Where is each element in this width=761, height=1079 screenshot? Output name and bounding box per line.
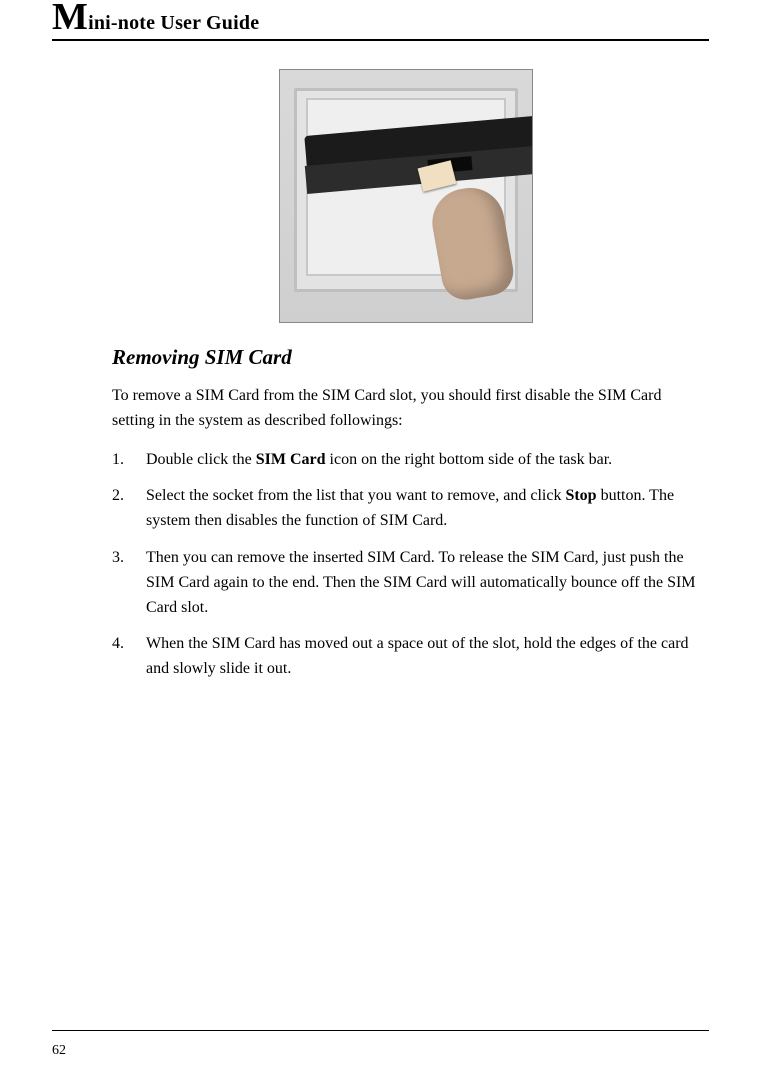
intro-paragraph: To remove a SIM Card from the SIM Card s… xyxy=(112,384,699,434)
content-area: Removing SIM Card To remove a SIM Card f… xyxy=(52,69,709,682)
header-text: ini-note User Guide xyxy=(88,12,259,34)
step-text-pre: Select the socket from the list that you… xyxy=(146,487,565,504)
section-heading: Removing SIM Card xyxy=(112,345,699,370)
list-item: Then you can remove the inserted SIM Car… xyxy=(112,546,699,620)
step-text-bold: Stop xyxy=(565,487,596,504)
list-item: Double click the SIM Card icon on the ri… xyxy=(112,448,699,473)
list-item: When the SIM Card has moved out a space … xyxy=(112,632,699,682)
step-text-pre: Double click the xyxy=(146,451,256,468)
page-number: 62 xyxy=(52,1043,66,1059)
step-text-pre: When the SIM Card has moved out a space … xyxy=(146,635,689,677)
step-text-post: icon on the right bottom side of the tas… xyxy=(326,451,613,468)
header-dropcap: M xyxy=(52,6,88,29)
step-text-pre: Then you can remove the inserted SIM Car… xyxy=(146,549,696,616)
step-text-bold: SIM Card xyxy=(256,451,326,468)
header-title: Mini-note User Guide xyxy=(52,12,259,34)
footer-rule xyxy=(52,1030,709,1031)
figure xyxy=(279,69,533,323)
steps-list: Double click the SIM Card icon on the ri… xyxy=(112,448,699,682)
sim-insert-photo xyxy=(279,69,533,323)
list-item: Select the socket from the list that you… xyxy=(112,484,699,534)
page-header: Mini-note User Guide xyxy=(52,0,709,41)
